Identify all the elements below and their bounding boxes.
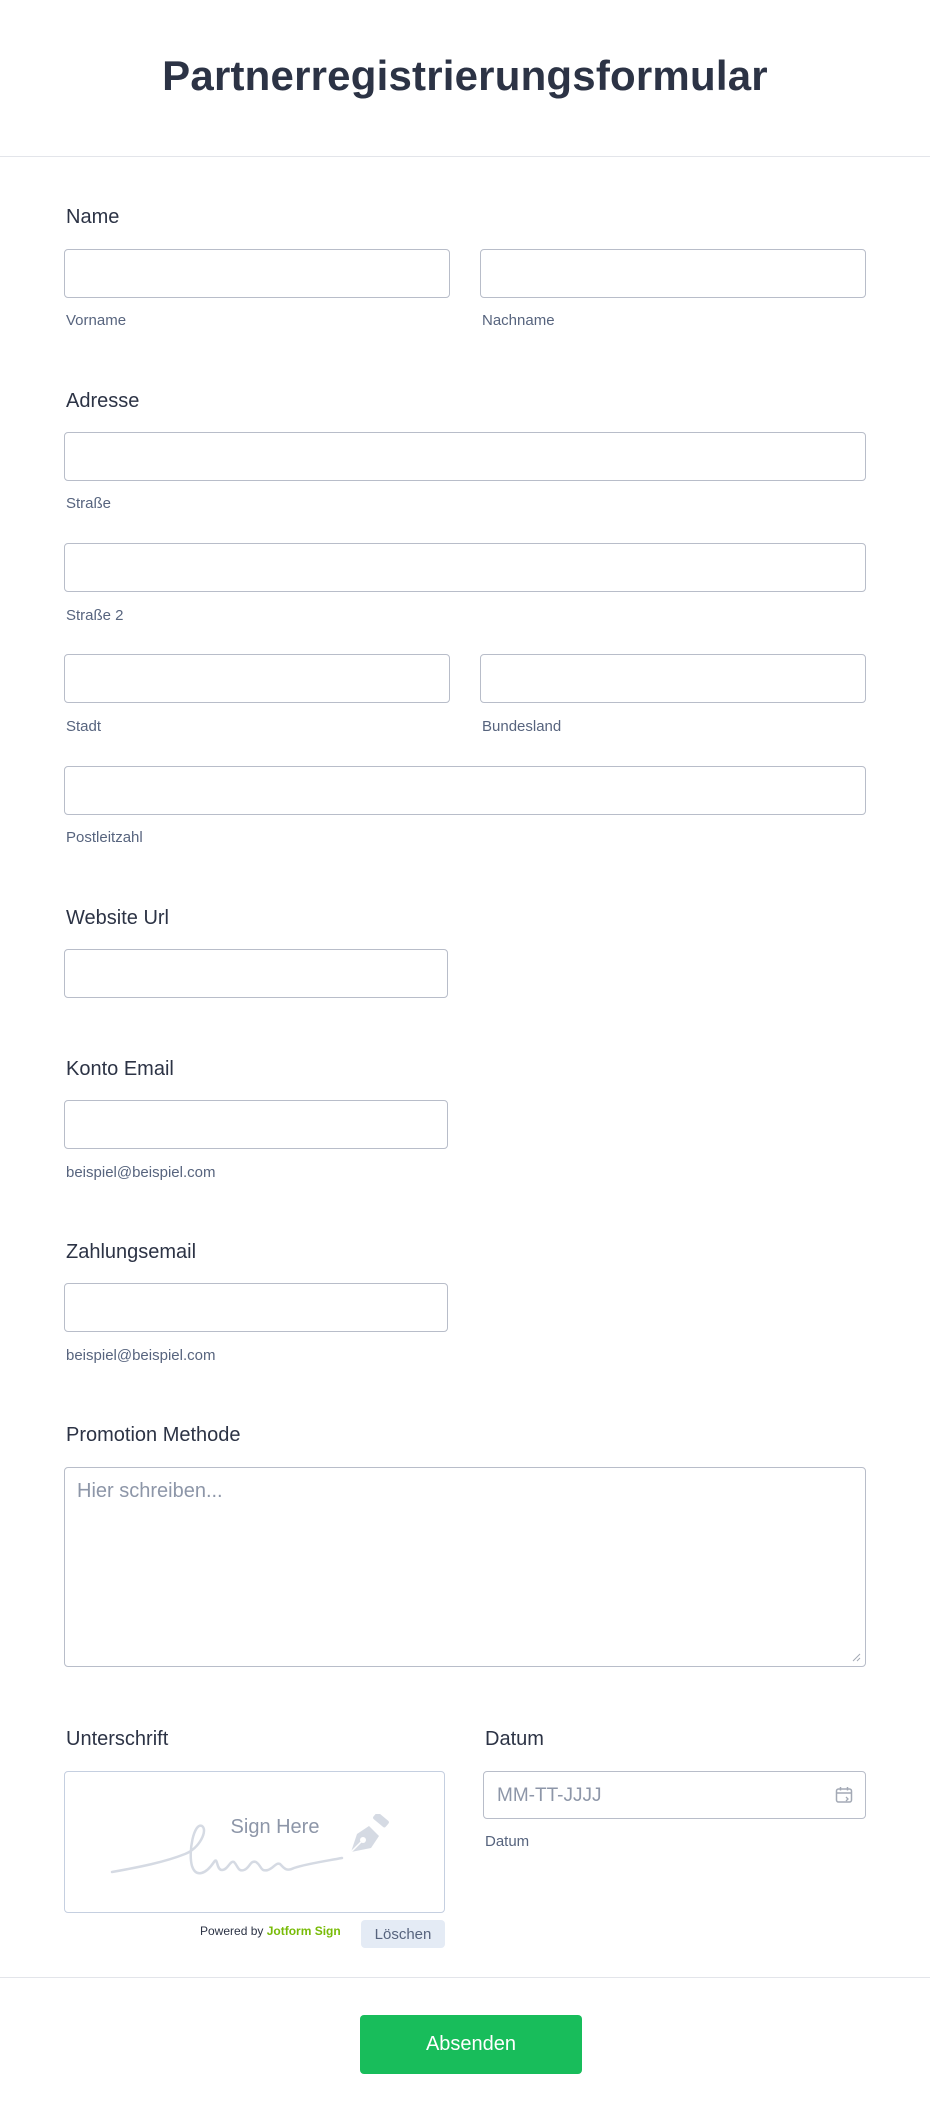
signature-pad[interactable]: Sign Here — [64, 1771, 445, 1913]
name-label: Name — [66, 206, 120, 228]
promotion-textarea[interactable]: Hier schreiben... — [64, 1467, 866, 1667]
city-sublabel: Stadt — [66, 718, 102, 735]
first-name-input[interactable] — [64, 249, 450, 298]
payment-email-sublabel: beispiel@beispiel.com — [66, 1347, 216, 1364]
date-input[interactable]: MM-TT-JJJJ — [483, 1771, 866, 1819]
date-sublabel: Datum — [485, 1833, 530, 1850]
last-name-sublabel: Nachname — [482, 312, 555, 329]
date-label: Datum — [485, 1728, 544, 1750]
payment-email-input[interactable] — [64, 1283, 448, 1332]
clear-signature-button[interactable]: Löschen — [361, 1920, 445, 1948]
account-email-input[interactable] — [64, 1100, 448, 1149]
resize-grip-icon[interactable] — [851, 1652, 861, 1662]
zip-sublabel: Postleitzahl — [66, 829, 143, 846]
street-input[interactable] — [64, 432, 866, 481]
street-sublabel: Straße — [66, 495, 112, 512]
jotform-sign-brand: Jotform Sign — [266, 1924, 341, 1938]
payment-email-label: Zahlungsemail — [66, 1241, 197, 1263]
city-input[interactable] — [64, 654, 450, 703]
pen-nib-icon — [350, 1814, 389, 1853]
powered-by: Powered by Jotform Sign — [200, 1924, 341, 1938]
website-input[interactable] — [64, 949, 448, 998]
calendar-icon[interactable] — [835, 1786, 853, 1804]
form-title: Partnerregistrierungsformular — [162, 52, 768, 99]
account-email-label: Konto Email — [66, 1058, 174, 1080]
account-email-sublabel: beispiel@beispiel.com — [66, 1164, 216, 1181]
state-input[interactable] — [480, 654, 866, 703]
powered-by-text: Powered by — [200, 1924, 264, 1938]
state-sublabel: Bundesland — [482, 718, 562, 735]
street2-sublabel: Straße 2 — [66, 607, 124, 624]
first-name-sublabel: Vorname — [66, 312, 127, 329]
promotion-label: Promotion Methode — [66, 1424, 241, 1446]
date-placeholder: MM-TT-JJJJ — [497, 1785, 602, 1806]
website-label: Website Url — [66, 907, 169, 929]
submit-button[interactable]: Absenden — [360, 2015, 582, 2074]
address-label: Adresse — [66, 390, 140, 412]
footer-divider — [0, 1977, 930, 1978]
street2-input[interactable] — [64, 543, 866, 592]
last-name-input[interactable] — [480, 249, 866, 298]
zip-input[interactable] — [64, 766, 866, 815]
promotion-placeholder: Hier schreiben... — [77, 1480, 223, 1502]
form-header: Partnerregistrierungsformular — [0, 0, 930, 157]
signature-label: Unterschrift — [66, 1728, 169, 1750]
